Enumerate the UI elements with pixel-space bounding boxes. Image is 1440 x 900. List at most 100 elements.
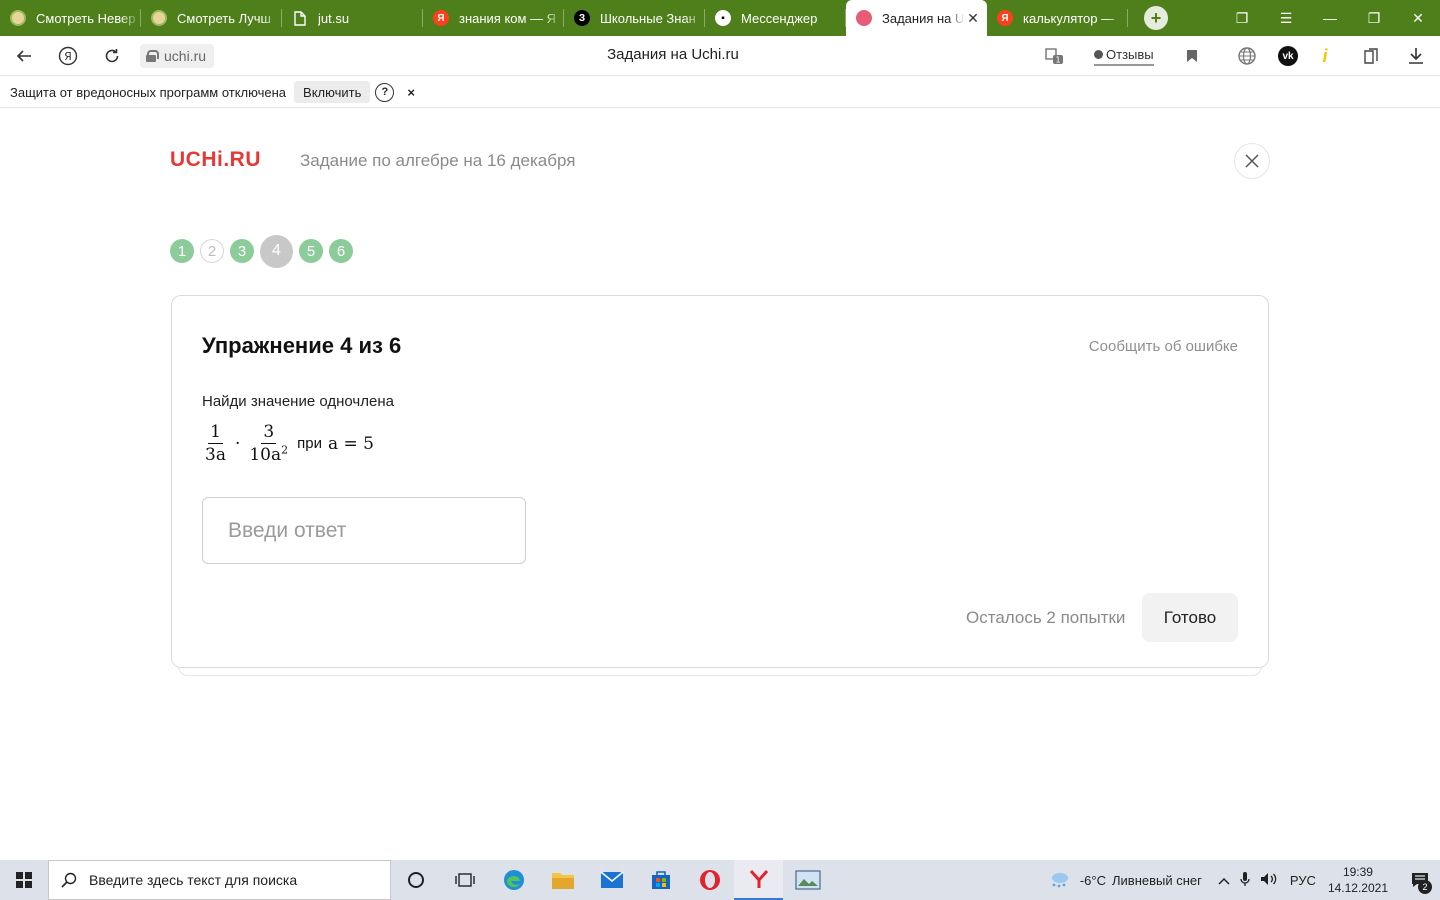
tab-title: калькулятор — [1023, 10, 1115, 26]
tabs-counter-icon[interactable]: 1 [1042, 44, 1066, 68]
windows-logo-icon [16, 872, 32, 888]
uchi-icon [856, 10, 872, 26]
anime-site-icon [151, 10, 167, 26]
anime-site-icon [10, 10, 26, 26]
tab-znanija[interactable]: З Школьные Знан [564, 0, 705, 36]
weather-description[interactable]: Ливневый снег [1112, 873, 1202, 888]
system-tray: -6°C Ливневый снег РУС 19:39 14.12.2021 … [1048, 860, 1440, 900]
globe-icon[interactable] [1235, 44, 1259, 68]
security-notice-bar: Защита от вредоносных программ отключена… [0, 77, 1440, 108]
fraction-2-denominator: 10a2 [247, 444, 290, 464]
notifications-button[interactable]: 2 [1400, 860, 1440, 900]
tab-anime-2[interactable]: Смотреть Лучш [141, 0, 282, 36]
new-tab-button[interactable]: + [1144, 6, 1168, 30]
start-button[interactable] [0, 860, 48, 900]
address-bar: Я uchi.ru Задания на Uchi.ru 1 Отзывы vk… [0, 36, 1440, 76]
tab-title: Задания на U [882, 10, 965, 26]
znanija-icon: З [574, 10, 590, 26]
tab-yandex-znaniya[interactable]: Я знания ком — Я [423, 0, 564, 36]
tab-anime-1[interactable]: Смотреть Невер [0, 0, 141, 36]
answer-input[interactable] [202, 497, 526, 564]
weather-snow-icon [1051, 873, 1068, 888]
submit-button[interactable]: Готово [1142, 593, 1238, 642]
close-assignment-button[interactable] [1234, 143, 1270, 179]
tab-title: Мессенджер [741, 10, 818, 26]
mail-icon[interactable] [587, 860, 636, 900]
tray-expand-icon[interactable] [1218, 873, 1230, 888]
fraction-2: 3 10a2 [246, 423, 291, 464]
fraction-2-numerator: 3 [261, 422, 277, 444]
condition-word: при [297, 435, 322, 452]
tab-count-badge: 1 [1055, 56, 1060, 65]
clock-date: 14.12.2021 [1327, 881, 1388, 895]
tab-jutsu[interactable]: jut.su [282, 0, 423, 36]
volume-icon[interactable] [1260, 872, 1278, 889]
photos-app-icon[interactable] [783, 860, 832, 900]
step-3[interactable]: 3 [230, 239, 254, 263]
search-icon [61, 872, 77, 888]
close-icon [1245, 154, 1259, 168]
bookmark-icon[interactable] [1180, 44, 1204, 68]
tab-messenger[interactable]: ▪ Мессенджер [705, 0, 846, 36]
reviews-label: Отзывы [1106, 46, 1154, 62]
download-icon[interactable] [1404, 44, 1428, 68]
menu-icon[interactable]: ☰ [1264, 0, 1308, 36]
exercise-heading: Упражнение 4 из 6 [202, 333, 402, 358]
step-1[interactable]: 1 [170, 239, 194, 263]
tab-close-icon[interactable]: ✕ [965, 10, 981, 27]
attempts-left: Осталось 2 попытки [966, 608, 1126, 627]
tab-title: Школьные Знан [600, 10, 696, 26]
close-window-icon[interactable]: ✕ [1396, 0, 1440, 36]
language-indicator[interactable]: РУС [1290, 873, 1316, 888]
cortana-icon[interactable] [391, 860, 440, 900]
close-notice-icon[interactable]: × [407, 85, 415, 100]
browser-tabstrip: Смотреть Невер Смотреть Лучш jut.su Я зн… [0, 0, 1440, 36]
weather-temperature[interactable]: -6°C [1080, 873, 1106, 888]
window-controls: ❐ ☰ — ❐ ✕ [1220, 0, 1440, 36]
exponent: 2 [281, 443, 289, 457]
step-2[interactable]: 2 [200, 239, 224, 263]
reviews-bubble-icon [1094, 49, 1103, 59]
yandex-icon: Я [433, 10, 449, 26]
step-5[interactable]: 5 [299, 239, 323, 263]
multiply-dot: · [234, 433, 241, 454]
windows-taskbar: Введите здесь текст для поиска -6°C Ливн… [0, 860, 1440, 900]
report-error-link[interactable]: Сообщить об ошибке [1089, 338, 1238, 355]
step-6[interactable]: 6 [329, 239, 353, 263]
messenger-icon: ▪ [715, 10, 731, 26]
step-4-current[interactable]: 4 [260, 234, 293, 268]
edge-icon[interactable] [489, 860, 538, 900]
tab-yandex-calculator[interactable]: Я калькулятор — [987, 0, 1128, 36]
enable-protection-button[interactable]: Включить [294, 81, 371, 103]
vk-icon[interactable]: vk [1276, 44, 1300, 68]
exercise-progress: 1 2 3 4 5 6 [170, 234, 353, 268]
uchi-logo[interactable]: UCHi.RU [170, 148, 261, 172]
yandex-collections-icon[interactable]: i [1313, 44, 1337, 68]
tab-title: Смотреть Невер [36, 10, 136, 26]
file-explorer-icon[interactable] [538, 860, 587, 900]
help-icon[interactable]: ? [375, 82, 395, 102]
opera-icon[interactable] [685, 860, 734, 900]
reviews-button[interactable]: Отзывы [1094, 44, 1154, 66]
task-view-icon[interactable] [440, 860, 489, 900]
clock[interactable]: 19:39 14.12.2021 [1328, 864, 1388, 896]
restore-icon[interactable]: ❐ [1352, 0, 1396, 36]
taskbar-search[interactable]: Введите здесь текст для поиска [48, 860, 391, 900]
tab-uchi-active[interactable]: Задания на U ✕ [846, 0, 987, 36]
task-formula: 1 3a · 3 10a2 при a = 5 [202, 423, 374, 464]
fraction-1-denominator: 3a [205, 445, 226, 465]
task-text: Найди значение одночлена [202, 393, 394, 410]
tabs-manager-icon[interactable]: ❐ [1220, 0, 1264, 36]
tab-title: jut.su [318, 10, 350, 26]
security-message: Защита от вредоносных программ отключена [10, 84, 287, 100]
minimize-icon[interactable]: — [1308, 0, 1352, 36]
fraction-2-denominator-base: 10a [249, 445, 282, 465]
yandex-browser-icon[interactable] [734, 860, 783, 900]
search-placeholder: Введите здесь текст для поиска [89, 872, 298, 888]
yandex-icon: Я [997, 10, 1013, 26]
store-icon[interactable] [636, 860, 685, 900]
collections-icon[interactable] [1360, 44, 1384, 68]
microphone-icon[interactable] [1240, 871, 1250, 890]
tab-title: Смотреть Лучш [177, 10, 271, 26]
exercise-card: Упражнение 4 из 6 Сообщить об ошибке Най… [171, 295, 1269, 668]
